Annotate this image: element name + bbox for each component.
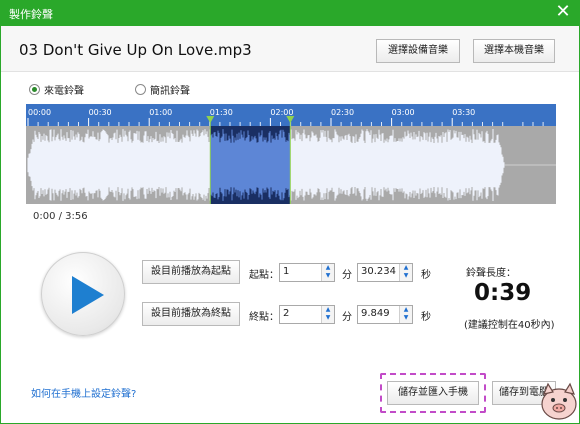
window-frame: [0, 26, 580, 424]
radio-sms-ringtone[interactable]: 簡訊鈴聲: [135, 82, 190, 97]
pig-mascot-icon: [541, 382, 577, 420]
radio-selected-icon: [29, 84, 40, 95]
title-bar: 製作鈴聲 ✕: [0, 0, 580, 26]
radio-call-ringtone[interactable]: 來電鈴聲: [29, 82, 84, 97]
ring-length-value: 0:39: [474, 280, 532, 306]
ring-length-label: 鈴聲長度：: [466, 268, 516, 279]
up-arrow-icon[interactable]: ▲: [400, 264, 412, 272]
radio-sms-ringtone-label: 簡訊鈴聲: [150, 86, 190, 97]
set-end-point-button[interactable]: 設目前播放為終點: [142, 302, 240, 326]
ruler-tick-label: 00:00: [28, 108, 51, 117]
waveform-timeline[interactable]: 00:00 00:30 01:00 01:30 02:00 02:30 03:00 03:30: [26, 104, 556, 204]
end-point-label: 終點：: [249, 312, 279, 323]
end-minute-unit: 分: [342, 312, 352, 323]
down-arrow-icon[interactable]: ▼: [400, 272, 412, 280]
up-arrow-icon[interactable]: ▲: [322, 306, 334, 314]
highlight-box: [380, 373, 486, 413]
select-device-music-button[interactable]: 選擇設備音樂: [376, 39, 460, 63]
start-minutes-stepper[interactable]: 1 ▲ ▼: [279, 263, 335, 282]
file-name: 03 Don't Give Up On Love.mp3: [19, 41, 252, 59]
up-arrow-icon[interactable]: ▲: [322, 264, 334, 272]
select-local-music-button[interactable]: 選擇本機音樂: [473, 39, 555, 63]
start-minutes-arrows[interactable]: ▲ ▼: [321, 264, 334, 281]
set-start-point-button[interactable]: 設目前播放為起點: [142, 260, 240, 284]
down-arrow-icon[interactable]: ▼: [400, 314, 412, 322]
end-second-unit: 秒: [421, 312, 431, 323]
end-marker-handle-icon[interactable]: [286, 116, 295, 123]
start-second-unit: 秒: [421, 270, 431, 281]
play-icon: [72, 276, 104, 314]
start-minute-unit: 分: [342, 270, 352, 281]
window-title: 製作鈴聲: [9, 8, 53, 21]
start-minutes-value: 1: [283, 266, 290, 277]
radio-call-ringtone-label: 來電鈴聲: [44, 86, 84, 97]
down-arrow-icon[interactable]: ▼: [322, 272, 334, 280]
ruler-tick-label: 02:30: [331, 108, 354, 117]
end-minutes-stepper[interactable]: 2 ▲ ▼: [279, 305, 335, 324]
ruler-tick-label: 02:00: [270, 108, 293, 117]
ruler-tick-label: 00:30: [89, 108, 112, 117]
ruler-tick-label: 03:30: [452, 108, 475, 117]
close-icon[interactable]: ✕: [552, 1, 574, 23]
waveform-svg: 00:00 00:30 01:00 01:30 02:00 02:30 03:00 03:30: [27, 108, 556, 204]
radio-unselected-icon: [135, 84, 146, 95]
help-link[interactable]: 如何在手機上設定鈴聲?: [31, 385, 136, 400]
start-seconds-value: 30.234: [361, 266, 396, 277]
ruler-tick-label: 01:30: [210, 108, 233, 117]
up-arrow-icon[interactable]: ▲: [400, 306, 412, 314]
ruler-tick-label: 01:00: [149, 108, 172, 117]
play-button[interactable]: [41, 252, 125, 336]
start-marker-handle-icon[interactable]: [206, 116, 215, 123]
end-seconds-value: 9.849: [361, 308, 390, 319]
start-point-label: 起點：: [249, 270, 279, 281]
start-seconds-stepper[interactable]: 30.234 ▲ ▼: [357, 263, 413, 282]
end-seconds-stepper[interactable]: 9.849 ▲ ▼: [357, 305, 413, 324]
end-minutes-value: 2: [283, 308, 290, 319]
down-arrow-icon[interactable]: ▼: [322, 314, 334, 322]
end-minutes-arrows[interactable]: ▲ ▼: [321, 306, 334, 323]
start-seconds-arrows[interactable]: ▲ ▼: [399, 264, 412, 281]
elapsed-time: 0:00 / 3:56: [33, 211, 88, 222]
ruler-tick-label: 03:00: [392, 108, 415, 117]
ring-length-note: (建議控制在40秒內): [464, 320, 555, 331]
end-seconds-arrows[interactable]: ▲ ▼: [399, 306, 412, 323]
